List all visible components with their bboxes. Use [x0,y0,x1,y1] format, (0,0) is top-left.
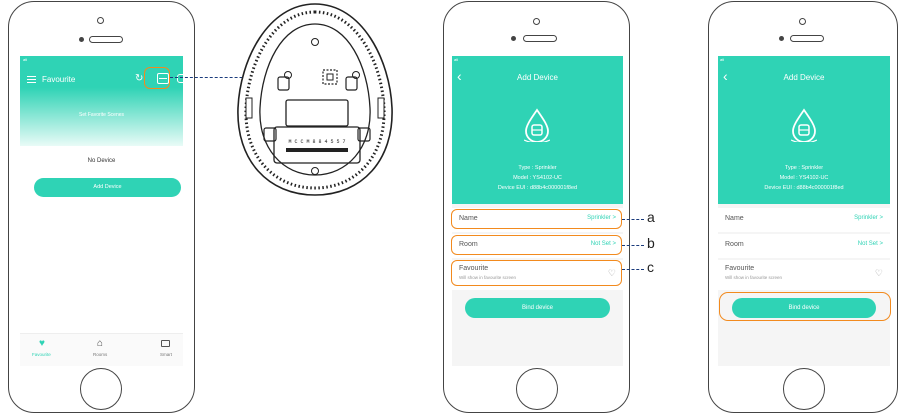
front-camera [533,18,540,25]
signal-indicator: atl [720,57,725,62]
phone-frame-1: atl Favourite ↻ Set Favorite Scenes No D… [8,1,195,413]
leader-line-b [622,245,644,246]
phone-frame-2: atl ‹ Add Device Type : Sprinkler Model … [443,1,630,413]
device-type: Type : Sprinkler [518,165,557,171]
leader-line-a [622,219,644,220]
tab-favourite-label[interactable]: Favourite [32,352,51,357]
room-label: Room [725,241,744,248]
room-row-highlight [451,235,622,255]
device-icon[interactable] [177,74,183,83]
favourite-row-highlight [451,260,622,286]
camera-dot [79,37,84,42]
bottom-tab-bar: ♥ Favourite ⌂ Rooms Smart [20,333,183,366]
front-camera [799,18,806,25]
home-button[interactable] [783,368,825,410]
menu-icon[interactable] [27,76,36,84]
heart-outline-icon[interactable]: ♡ [875,268,883,279]
home-button[interactable] [516,368,558,410]
callout-c: c [647,259,654,275]
sprinkler-device-icon [523,108,551,144]
page-title: Favourite [42,75,76,84]
device-model: Model : YS4102-UC [779,175,829,181]
callout-b: b [647,235,655,251]
speaker-grille [89,36,123,43]
tab-smart-label[interactable]: Smart [160,352,172,357]
device-eui: Device EUI : d88b4c000001f8ed [497,185,578,191]
sprinkler-device-icon [790,108,818,144]
speaker-grille [523,35,557,42]
scan-icon-highlight [144,67,170,89]
favourite-scenes-link[interactable]: Set Favorite Scenes [20,112,183,118]
page-title: Add Device [517,73,558,82]
room-row[interactable]: Room Not Set > [718,234,890,258]
bind-device-button[interactable]: Bind device [465,298,610,318]
device-type: Type : Sprinkler [784,165,824,171]
barcode-text: M C C M 8 8 4 5 5 7 [288,139,345,145]
device-eui: Device EUI : d88b4c000001f8ed [764,185,844,191]
chevron-right-icon: > [879,241,883,247]
signal-indicator: atl [23,57,28,62]
name-label: Name [725,215,744,222]
device-model: Model : YS4102-UC [513,175,562,181]
tab-favourite-icon[interactable]: ♥ [39,338,45,349]
signal-indicator: atl [454,57,459,62]
sprinkler-device-illustration: M C C M 8 8 4 5 5 7 [237,3,393,196]
favourite-row[interactable]: Favourite Will show in favourite screen … [718,260,890,290]
phone-frame-3: atl ‹ Add Device Type : Sprinkler Model … [708,1,898,413]
favourite-sublabel: Will show in favourite screen [725,275,783,280]
name-value: Sprinkler > [854,215,883,221]
camera-dot [511,36,516,41]
tab-rooms-label[interactable]: Rooms [93,352,107,357]
home-button[interactable] [80,368,122,410]
camera-dot [779,36,784,41]
add-device-button[interactable]: Add Device [34,178,181,197]
refresh-icon[interactable]: ↻ [135,73,143,84]
page-title: Add Device [783,73,825,82]
name-row[interactable]: Name Sprinkler > [718,208,890,232]
speaker-grille [790,35,824,42]
bind-button-highlight [719,292,891,321]
name-row-highlight [451,209,622,229]
callout-a: a [647,209,655,225]
room-value: Not Set > [857,241,883,247]
front-camera [97,17,104,24]
chevron-right-icon: > [879,215,883,221]
tab-rooms-icon[interactable]: ⌂ [97,338,103,349]
empty-state-text: No Device [87,158,116,164]
leader-line-c [622,269,644,270]
phone-screen-1: atl Favourite ↻ Set Favorite Scenes No D… [20,56,183,366]
tab-smart-icon[interactable] [161,340,170,347]
favourite-label: Favourite [725,265,755,272]
